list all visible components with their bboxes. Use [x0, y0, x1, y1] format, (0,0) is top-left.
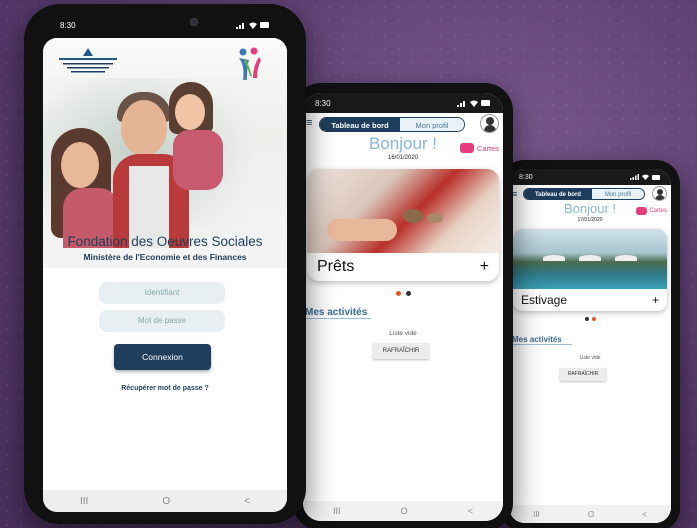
status-time: 8:30: [60, 20, 76, 30]
phone-screen: Fondation des Oeuvres Sociales Ministère…: [43, 38, 287, 512]
status-bar: 8:30: [509, 169, 671, 185]
pager-dot[interactable]: [405, 291, 411, 296]
tab-bar: Tableau de bord Mon profil: [523, 188, 645, 200]
family-photo: [43, 78, 253, 248]
cartes-button[interactable]: Cartes: [636, 207, 667, 215]
ministry-logo: [57, 46, 119, 80]
home-button[interactable]: O: [401, 506, 408, 516]
back-button[interactable]: <: [244, 496, 250, 507]
hero-area: Fondation des Oeuvres Sociales Ministère…: [43, 38, 287, 268]
recent-apps-button[interactable]: III: [80, 496, 88, 507]
plus-icon[interactable]: +: [652, 293, 659, 307]
phone-estivage: 8:30 ≡ Tableau de bord Mon profil Bonjou…: [500, 160, 680, 528]
activities-title: Mes activités: [305, 307, 371, 319]
phone-prets: 8:30 ≡ Tableau de bord Mon profil Bonjou…: [293, 83, 513, 528]
phone-login: Fondation des Oeuvres Sociales Ministère…: [24, 4, 306, 524]
cartes-icon: [459, 143, 474, 153]
prets-card[interactable]: Prêts +: [307, 169, 499, 281]
cartes-label: Cartes: [649, 208, 667, 214]
cartes-button[interactable]: Cartes: [459, 143, 499, 153]
empty-list-label: Liste vide: [389, 330, 417, 337]
pager-dot-active[interactable]: [591, 317, 596, 321]
avatar[interactable]: [652, 186, 667, 201]
nav-bar: III O <: [303, 501, 503, 521]
phone-screen: 8:30 ≡ Tableau de bord Mon profil Bonjou…: [303, 93, 503, 521]
plus-icon[interactable]: +: [480, 258, 489, 276]
nav-bar: III O <: [509, 505, 671, 523]
nav-bar: III O <: [43, 490, 287, 512]
pager-dot-active[interactable]: [395, 291, 401, 296]
menu-icon[interactable]: ≡: [306, 117, 312, 129]
signal-icon: [236, 22, 244, 29]
tab-profile[interactable]: Mon profil: [592, 189, 644, 199]
status-time: 8:30: [519, 173, 533, 181]
signal-icon: [630, 174, 639, 180]
pool-image: [513, 229, 667, 289]
date: 16/01/2020: [387, 155, 419, 161]
pager-dot[interactable]: [584, 317, 589, 321]
card-label: Prêts +: [307, 253, 499, 281]
wifi-icon: [470, 100, 478, 107]
battery-icon: [652, 174, 660, 180]
wifi-icon: [642, 174, 649, 180]
home-button[interactable]: O: [162, 496, 170, 507]
recent-apps-button[interactable]: III: [333, 506, 341, 516]
tab-dashboard[interactable]: Tableau de bord: [524, 189, 592, 199]
recent-apps-button[interactable]: III: [533, 510, 540, 519]
status-icons: [236, 22, 270, 29]
battery-icon: [260, 22, 269, 28]
card-title: Estivage: [521, 293, 568, 307]
login-button[interactable]: Connexion: [114, 344, 211, 370]
estivage-card[interactable]: Estivage +: [513, 229, 667, 311]
home-button[interactable]: O: [588, 510, 594, 519]
status-bar: 8:30: [46, 18, 284, 32]
status-bar: 8:30: [303, 93, 503, 113]
status-icons: [630, 174, 661, 180]
battery-icon: [481, 100, 490, 106]
login-form: Identifiant Mot de passe Connexion Récup…: [43, 270, 287, 490]
status-time: 8:30: [315, 98, 331, 108]
card-title: Prêts: [317, 258, 355, 275]
cartes-icon: [636, 207, 648, 215]
status-icons: [457, 100, 491, 107]
username-field[interactable]: Identifiant: [99, 282, 225, 304]
refresh-button[interactable]: RAFRAÎCHIR: [560, 368, 606, 381]
wifi-icon: [249, 22, 257, 29]
recover-password-link[interactable]: Récupérer mot de passe ?: [43, 385, 287, 392]
password-field[interactable]: Mot de passe: [99, 310, 225, 332]
signal-icon: [457, 100, 465, 107]
cartes-label: Cartes: [476, 143, 499, 153]
back-button[interactable]: <: [642, 510, 647, 519]
avatar[interactable]: [480, 114, 499, 133]
pager-dots: [509, 317, 671, 321]
phone-screen: 8:30 ≡ Tableau de bord Mon profil Bonjou…: [509, 169, 671, 523]
tab-profile[interactable]: Mon profil: [400, 118, 464, 131]
date: 17/01/2020: [577, 217, 603, 223]
empty-list-label: Liste vide: [579, 355, 601, 361]
pager-dots: [303, 291, 503, 296]
ministry-subtitle: Ministère de l'Economie et des Finances: [83, 252, 247, 262]
refresh-button[interactable]: RAFRAÎCHIR: [373, 343, 429, 359]
card-label: Estivage +: [513, 289, 667, 311]
foundation-title: Fondation des Oeuvres Sociales: [67, 234, 263, 249]
back-button[interactable]: <: [468, 506, 473, 516]
money-image: [307, 169, 499, 253]
activities-title: Mes activités: [512, 335, 572, 345]
tab-bar: Tableau de bord Mon profil: [319, 117, 465, 132]
tab-dashboard[interactable]: Tableau de bord: [320, 118, 400, 131]
